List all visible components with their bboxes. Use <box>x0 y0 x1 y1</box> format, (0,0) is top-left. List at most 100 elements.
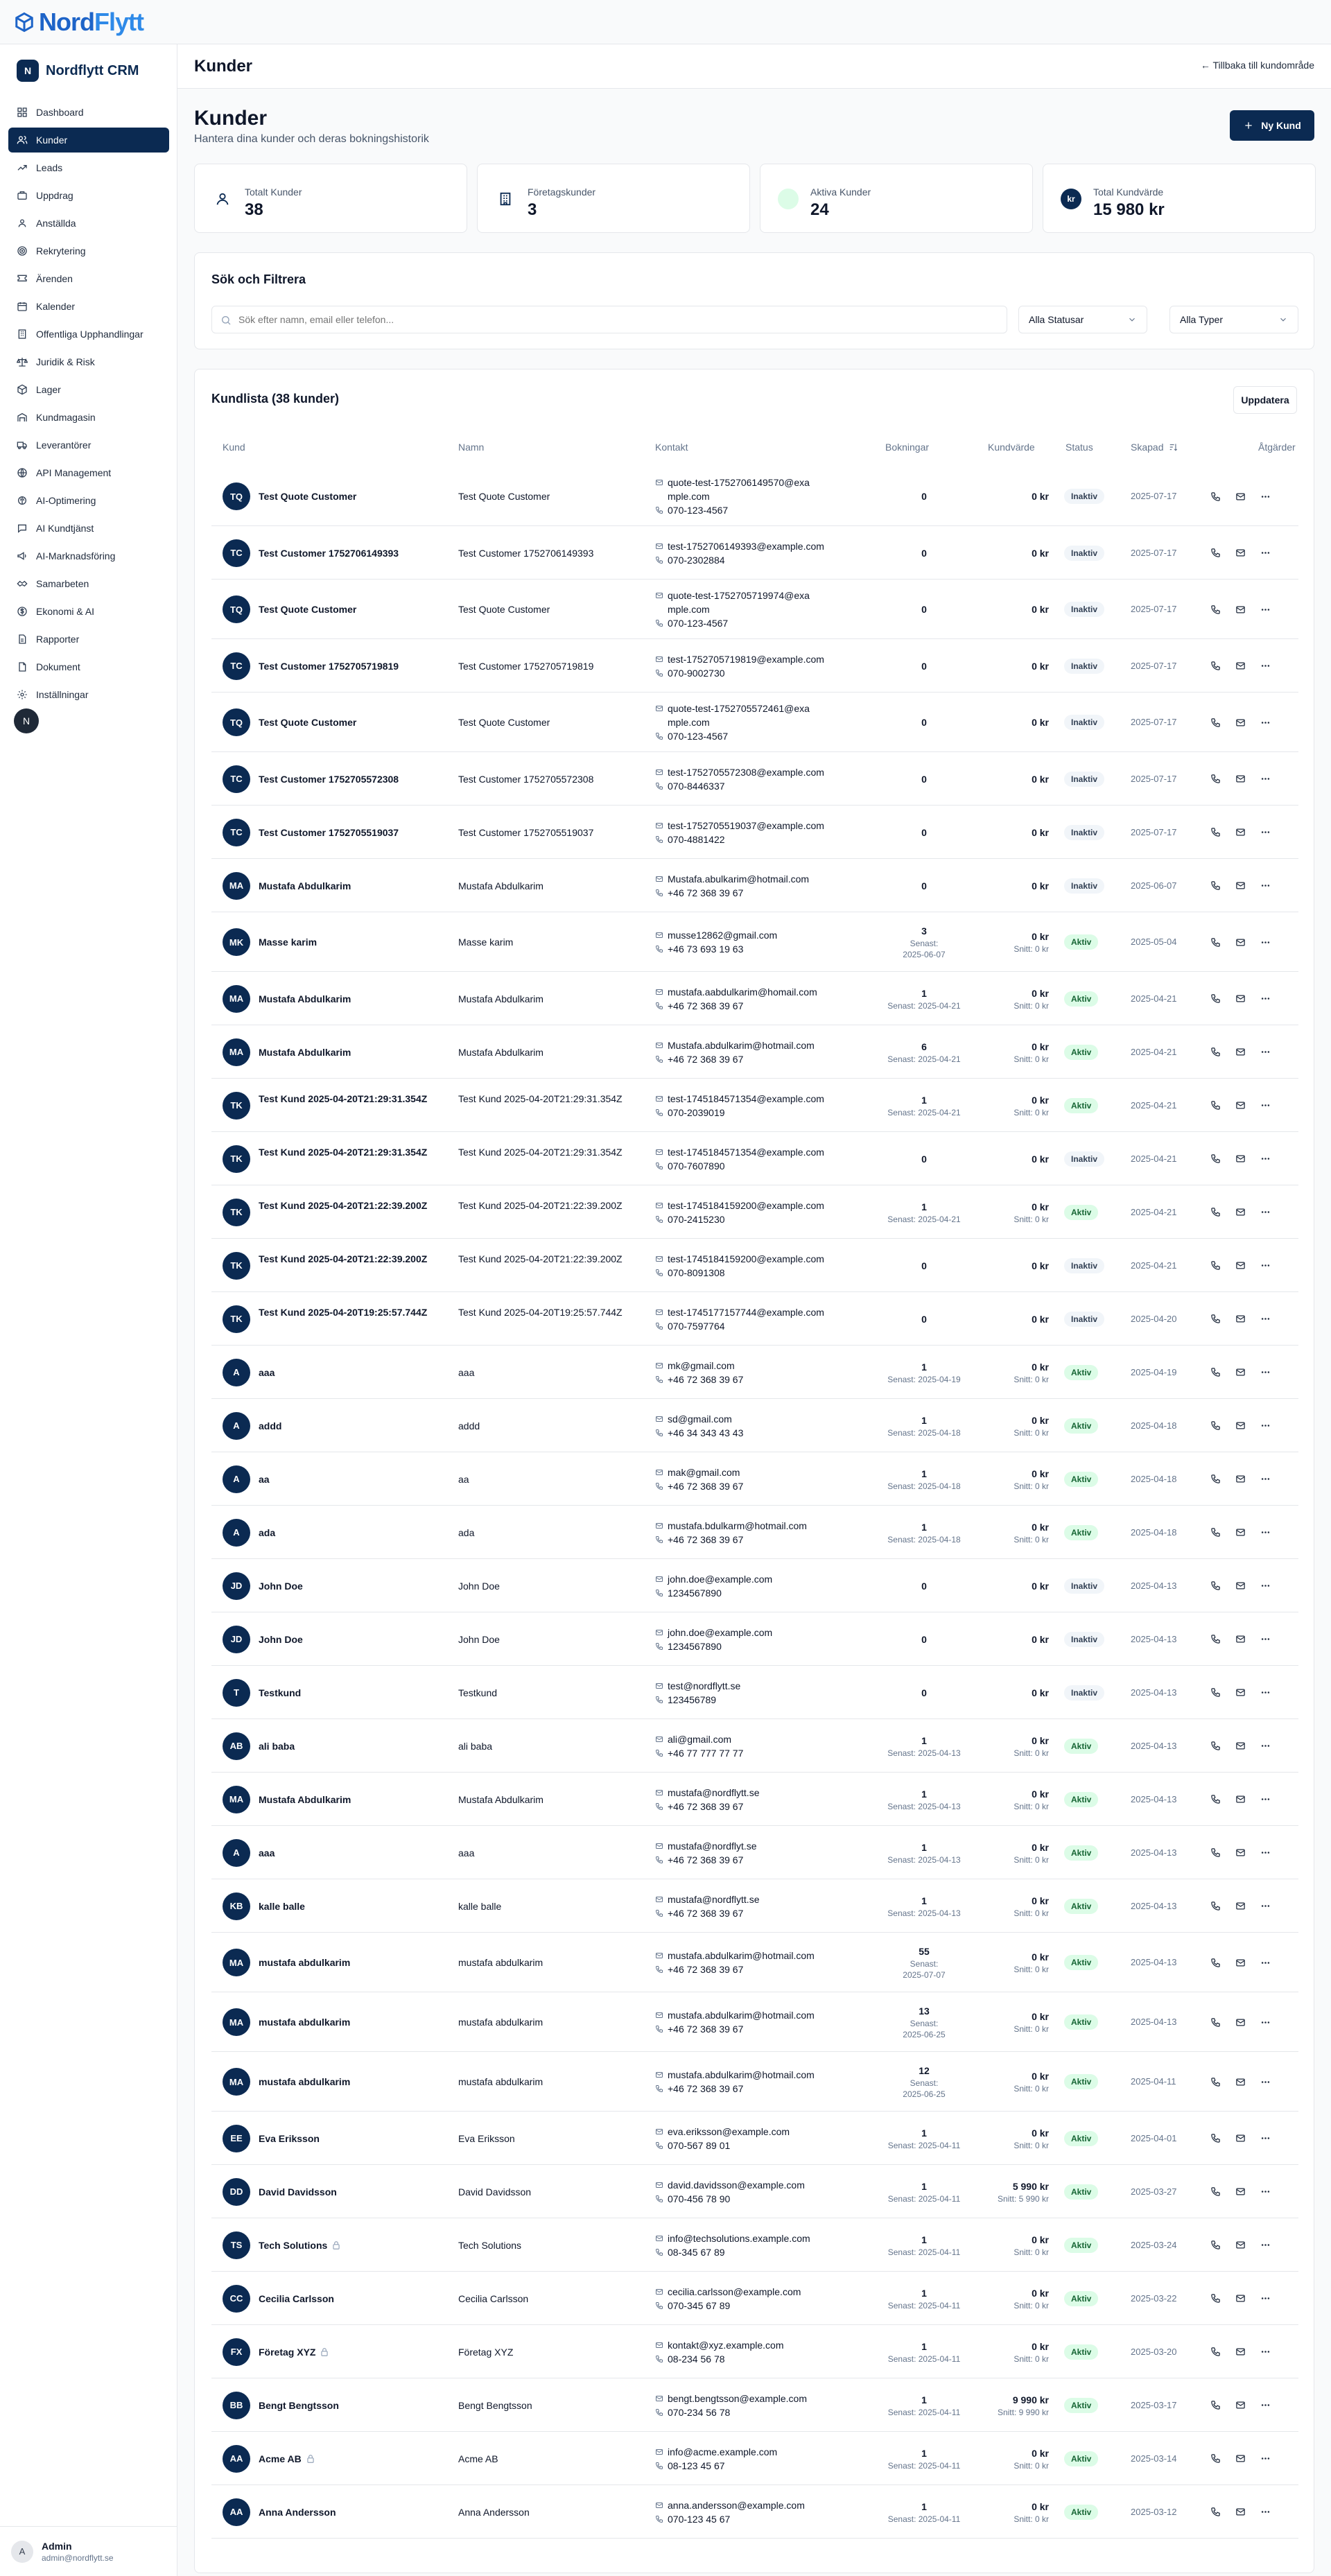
customer-name[interactable]: Test Quote Customer <box>259 489 439 503</box>
more-button[interactable] <box>1260 1100 1271 1111</box>
more-button[interactable] <box>1260 1901 1271 1912</box>
table-row[interactable]: TK Test Kund 2025-04-20T21:29:31.354Z Test… <box>211 1079 1298 1132</box>
contact-email[interactable]: mustafa@nordflytt.se <box>668 1892 760 1906</box>
table-row[interactable]: TC Test Customer 1752705519037 Test Custom… <box>211 806 1298 859</box>
customer-name[interactable]: kalle balle <box>259 1899 439 1913</box>
nordflytt-logo[interactable]: Nord Flytt <box>14 8 144 36</box>
table-row[interactable]: BB Bengt Bengtsson Bengt Bengtsson bengt.be… <box>211 2378 1298 2432</box>
contact-phone[interactable]: 070-9002730 <box>668 666 725 680</box>
customer-name[interactable]: Anna Andersson <box>259 2505 439 2519</box>
contact-phone[interactable]: +46 73 693 19 63 <box>668 942 743 956</box>
contact-phone[interactable]: 1234567890 <box>668 1639 722 1653</box>
sidebar-item-rapporter[interactable]: Rapporter <box>8 627 169 652</box>
sidebar-item-lager[interactable]: Lager <box>8 377 169 402</box>
more-button[interactable] <box>1260 1794 1271 1805</box>
more-button[interactable] <box>1260 774 1271 785</box>
email-button[interactable] <box>1235 548 1246 559</box>
sidebar-brand[interactable]: N Nordflytt CRM <box>17 60 139 82</box>
call-button[interactable] <box>1210 1207 1221 1218</box>
contact-email[interactable]: musse12862@gmail.com <box>668 928 777 942</box>
table-row[interactable]: CC Cecilia Carlsson Cecilia Carlsson cecili… <box>211 2272 1298 2325</box>
email-button[interactable] <box>1235 2017 1246 2028</box>
customer-name[interactable]: aaa <box>259 1846 439 1860</box>
call-button[interactable] <box>1210 2453 1221 2464</box>
customer-name[interactable]: Mustafa Abdulkarim <box>259 1793 439 1807</box>
more-button[interactable] <box>1260 1847 1271 1859</box>
contact-phone[interactable]: 070-8091308 <box>668 1266 725 1280</box>
customer-name[interactable]: Acme AB <box>259 2452 439 2466</box>
sidebar-item-juridik-risk[interactable]: Juridik & Risk <box>8 349 169 374</box>
more-button[interactable] <box>1260 1687 1271 1698</box>
sidebar-item-ai-marknadsföring[interactable]: AI-Marknadsföring <box>8 543 169 568</box>
contact-phone[interactable]: +46 72 368 39 67 <box>668 999 743 1013</box>
contact-email[interactable]: test-1752705519037@example.com <box>668 819 824 833</box>
table-row[interactable]: TQ Test Quote Customer Test Quote Customer… <box>211 467 1298 526</box>
table-row[interactable]: Aaa aa mak@gmail.com +46 72 368 39 67 1 Senas… <box>211 1452 1298 1506</box>
customer-name[interactable]: Eva Eriksson <box>259 2132 439 2146</box>
type-filter-select[interactable]: Alla Typer <box>1169 306 1298 333</box>
email-button[interactable] <box>1235 2076 1246 2087</box>
call-button[interactable] <box>1210 2507 1221 2518</box>
email-button[interactable] <box>1235 1367 1246 1378</box>
customer-name[interactable]: Test Kund 2025-04-20T21:29:31.354Z <box>259 1145 439 1159</box>
sidebar-item-ai-optimering[interactable]: AI-Optimering <box>8 488 169 513</box>
table-row[interactable]: AA Acme AB Acme AB info@acme.example.com 08-… <box>211 2432 1298 2485</box>
email-button[interactable] <box>1235 2133 1246 2144</box>
email-button[interactable] <box>1235 2453 1246 2464</box>
contact-phone[interactable]: +46 77 777 77 77 <box>668 1746 743 1760</box>
table-row[interactable]: MA Mustafa Abdulkarim Mustafa Abdulkarim mu… <box>211 1773 1298 1826</box>
col-header-status[interactable]: Status <box>1065 442 1093 453</box>
email-button[interactable] <box>1235 880 1246 891</box>
more-button[interactable] <box>1260 1634 1271 1645</box>
email-button[interactable] <box>1235 1047 1246 1058</box>
customer-name[interactable]: Cecilia Carlsson <box>259 2292 439 2306</box>
customer-name[interactable]: Företag XYZ <box>259 2345 439 2359</box>
contact-email[interactable]: eva.eriksson@example.com <box>668 2125 790 2139</box>
table-row[interactable]: DD David Davidsson David Davidsson david.da… <box>211 2165 1298 2218</box>
contact-email[interactable]: test@nordflytt.se <box>668 1679 740 1693</box>
call-button[interactable] <box>1210 1474 1221 1485</box>
contact-phone[interactable]: 070-345 67 89 <box>668 2299 730 2313</box>
contact-email[interactable]: bengt.bengtsson@example.com <box>668 2392 807 2405</box>
more-button[interactable] <box>1260 2076 1271 2087</box>
more-button[interactable] <box>1260 2293 1271 2304</box>
more-button[interactable] <box>1260 2453 1271 2464</box>
contact-email[interactable]: test-1745184159200@example.com <box>668 1199 824 1212</box>
customer-name[interactable]: David Davidsson <box>259 2185 439 2199</box>
call-button[interactable] <box>1210 2240 1221 2251</box>
email-button[interactable] <box>1235 1581 1246 1592</box>
call-button[interactable] <box>1210 1741 1221 1752</box>
email-button[interactable] <box>1235 1474 1246 1485</box>
contact-email[interactable]: mak@gmail.com <box>668 1465 740 1479</box>
table-row[interactable]: AA Anna Andersson Anna Andersson anna.ander… <box>211 2485 1298 2539</box>
table-row[interactable]: EE Eva Eriksson Eva Eriksson eva.eriksson@e… <box>211 2112 1298 2165</box>
table-row[interactable]: MA Mustafa Abdulkarim Mustafa Abdulkarim Mu… <box>211 859 1298 912</box>
call-button[interactable] <box>1210 1957 1221 1968</box>
email-button[interactable] <box>1235 1100 1246 1111</box>
email-button[interactable] <box>1235 774 1246 785</box>
call-button[interactable] <box>1210 1260 1221 1271</box>
email-button[interactable] <box>1235 827 1246 838</box>
table-row[interactable]: MA mustafa abdulkarim mustafa abdulkarim mu… <box>211 1933 1298 1992</box>
sidebar-item-kundmagasin[interactable]: Kundmagasin <box>8 405 169 430</box>
contact-phone[interactable]: 070-123 45 67 <box>668 2512 730 2526</box>
contact-email[interactable]: john.doe@example.com <box>668 1626 772 1639</box>
table-row[interactable]: JD John Doe John Doe john.doe@example.com 12… <box>211 1559 1298 1612</box>
sidebar-item-dashboard[interactable]: Dashboard <box>8 100 169 125</box>
more-button[interactable] <box>1260 1420 1271 1431</box>
contact-phone[interactable]: 070-234 56 78 <box>668 2405 730 2419</box>
sidebar-item-dokument[interactable]: Dokument <box>8 654 169 679</box>
call-button[interactable] <box>1210 548 1221 559</box>
email-button[interactable] <box>1235 717 1246 728</box>
more-button[interactable] <box>1260 1154 1271 1165</box>
customer-name[interactable]: Test Customer 1752705572308 <box>259 772 439 786</box>
table-row[interactable]: TC Test Customer 1752706149393 Test Custom… <box>211 526 1298 580</box>
call-button[interactable] <box>1210 1154 1221 1165</box>
customer-name[interactable]: Test Kund 2025-04-20T21:29:31.354Z <box>259 1092 439 1106</box>
email-button[interactable] <box>1235 1207 1246 1218</box>
contact-email[interactable]: test-1752705719819@example.com <box>668 652 824 666</box>
more-button[interactable] <box>1260 827 1271 838</box>
contact-phone[interactable]: 070-4881422 <box>668 833 725 846</box>
col-header-namn[interactable]: Namn <box>458 442 484 453</box>
contact-phone[interactable]: 08-234 56 78 <box>668 2352 725 2366</box>
